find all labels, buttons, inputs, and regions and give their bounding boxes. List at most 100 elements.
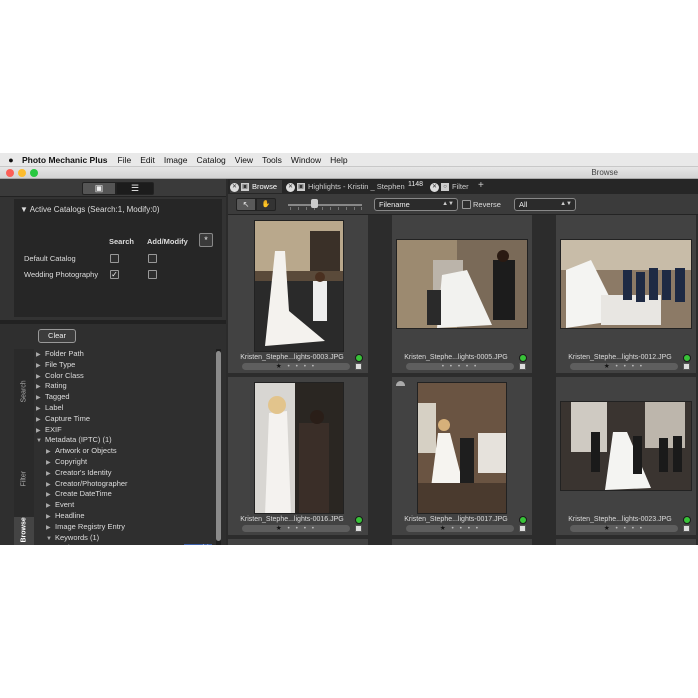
slider-knob[interactable] <box>311 199 318 208</box>
menu-app-name[interactable]: Photo Mechanic Plus <box>22 155 108 165</box>
tab-filter-sheet[interactable]: ✕ ○ Filter <box>430 180 476 193</box>
menu-edit[interactable]: Edit <box>140 155 155 165</box>
tab-browse-sheet[interactable]: ✕ ▣ Browse <box>230 180 282 193</box>
menu-tools[interactable]: Tools <box>262 155 282 165</box>
disclosure-right-icon[interactable]: ▶ <box>46 481 55 488</box>
thumbnail-cell[interactable]: Kristen_Stephe...lights-0005.JPG • • • •… <box>392 215 532 373</box>
tree-item[interactable]: ▶ Copyright <box>46 457 87 467</box>
menu-view[interactable]: View <box>235 155 253 165</box>
tree-item[interactable]: ▶ Capture Time <box>36 414 90 424</box>
thumbnail-cell[interactable] <box>228 539 368 545</box>
thumbnail-cell[interactable]: Kristen_Stephe...lights-0012.JPG ★ • • •… <box>556 215 696 373</box>
minimize-window-button[interactable] <box>18 169 26 177</box>
default-catalog-search-checkbox[interactable] <box>110 254 119 263</box>
panel-scroll-thumb[interactable] <box>216 351 221 541</box>
list-view-tab[interactable]: ☰ <box>116 182 154 195</box>
tree-item[interactable]: ▶ Color Class <box>36 371 84 381</box>
tree-item[interactable]: ▶ Creator's Identity <box>46 468 111 478</box>
wedding-search-checkbox[interactable]: ✓ <box>110 270 119 279</box>
tree-item[interactable]: ▶ Label <box>36 403 63 413</box>
star-rating[interactable]: ★ • • • • <box>570 363 678 370</box>
tab-search[interactable]: Search <box>14 369 34 419</box>
menu-image[interactable]: Image <box>164 155 188 165</box>
disclosure-right-icon[interactable]: ▶ <box>46 448 55 455</box>
catalog-star-button[interactable]: * <box>199 233 213 247</box>
disclosure-right-icon[interactable]: ▶ <box>36 416 45 423</box>
photo-thumbnail[interactable] <box>254 220 344 352</box>
menu-file[interactable]: File <box>118 155 132 165</box>
tree-item[interactable]: ▶ Create DateTime <box>46 489 112 499</box>
disclosure-right-icon[interactable]: ▶ <box>36 394 45 401</box>
disclosure-down-icon[interactable]: ▼ <box>46 536 55 542</box>
disclosure-right-icon[interactable]: ▶ <box>36 427 45 434</box>
close-tab-icon[interactable]: ✕ <box>286 182 295 192</box>
tree-item[interactable]: ▼ Keywords (1) <box>46 533 99 543</box>
default-catalog-modify-checkbox[interactable] <box>148 254 157 263</box>
star-rating[interactable]: ★ • • • • <box>570 525 678 532</box>
disclosure-right-icon[interactable]: ▶ <box>46 470 55 477</box>
photo-thumbnail[interactable] <box>254 382 344 514</box>
catalogs-header[interactable]: ▼ Active Catalogs (Search:1, Modify:0) <box>20 205 160 214</box>
star-rating[interactable]: • • • • • <box>406 363 514 370</box>
sort-select[interactable]: Filename ▲▼ <box>374 198 458 211</box>
reverse-checkbox[interactable] <box>462 200 471 209</box>
tag-checkbox[interactable] <box>355 363 362 370</box>
tree-item[interactable]: ▶ Image Registry Entry <box>46 522 125 532</box>
tree-item[interactable]: ▶ Headline <box>46 511 85 521</box>
zoom-window-button[interactable] <box>30 169 38 177</box>
photo-thumbnail[interactable] <box>560 401 692 491</box>
rotate-icon[interactable] <box>396 381 405 386</box>
tree-item[interactable]: ▶ Creator/Photographer <box>46 479 128 489</box>
menu-window[interactable]: Window <box>291 155 321 165</box>
catalog-view-tab[interactable]: ▣ <box>82 182 116 195</box>
hand-tool-button[interactable]: ✋ <box>256 198 276 211</box>
tree-item[interactable]: ▼ Metadata (IPTC) (1) <box>36 435 112 445</box>
tree-item[interactable]: ▶ Folder Path <box>36 349 84 359</box>
apple-icon[interactable]: ● <box>0 155 22 165</box>
disclosure-right-icon[interactable]: ▶ <box>46 491 55 498</box>
disclosure-right-icon[interactable]: ▶ <box>36 405 45 412</box>
keyword-item[interactable]: best man <box>68 543 99 545</box>
tree-item[interactable]: ▶ Artwork or Objects <box>46 446 117 456</box>
disclosure-right-icon[interactable]: ▶ <box>36 383 45 390</box>
tree-item[interactable]: ▶ Tagged <box>36 392 70 402</box>
disclosure-right-icon[interactable]: ▶ <box>36 373 45 380</box>
photo-thumbnail[interactable] <box>396 239 528 329</box>
thumbnail-cell[interactable]: Kristen_Stephe...lights-0016.JPG ★ • • •… <box>228 377 368 535</box>
tab-filter[interactable]: Filter <box>14 455 34 499</box>
disclosure-right-icon[interactable]: ▶ <box>46 513 55 520</box>
tag-checkbox[interactable] <box>355 525 362 532</box>
disclosure-right-icon[interactable]: ▶ <box>46 459 55 466</box>
thumbnail-cell[interactable] <box>392 539 532 545</box>
disclosure-right-icon[interactable]: ▶ <box>36 362 45 369</box>
add-tab-button[interactable]: + <box>478 180 484 191</box>
tag-checkbox[interactable] <box>683 363 690 370</box>
show-select[interactable]: All ▲▼ <box>514 198 576 211</box>
thumbnail-cell[interactable]: Kristen_Stephe...lights-0003.JPG ★ • • •… <box>228 215 368 373</box>
close-tab-icon[interactable]: ✕ <box>230 182 239 192</box>
menu-catalog[interactable]: Catalog <box>196 155 225 165</box>
tag-checkbox[interactable] <box>519 363 526 370</box>
tree-item[interactable]: ▶ EXIF <box>36 425 62 435</box>
clear-button[interactable]: Clear <box>38 329 76 343</box>
star-rating[interactable]: ★ • • • • <box>242 363 350 370</box>
photo-thumbnail[interactable] <box>417 382 507 514</box>
close-tab-icon[interactable]: ✕ <box>430 182 439 192</box>
close-window-button[interactable] <box>6 169 14 177</box>
menu-help[interactable]: Help <box>330 155 347 165</box>
wedding-modify-checkbox[interactable] <box>148 270 157 279</box>
thumbnail-cell[interactable] <box>556 539 696 545</box>
thumbnail-size-slider[interactable] <box>288 204 362 206</box>
disclosure-right-icon[interactable]: ▶ <box>46 524 55 531</box>
disclosure-down-icon[interactable]: ▼ <box>36 438 45 444</box>
thumbnail-cell[interactable]: Kristen_Stephe...lights-0023.JPG ★ • • •… <box>556 377 696 535</box>
arrow-tool-button[interactable]: ↖ <box>236 198 256 211</box>
disclosure-right-icon[interactable]: ▶ <box>46 502 55 509</box>
star-rating[interactable]: ★ • • • • <box>406 525 514 532</box>
tree-item[interactable]: ▶ Rating <box>36 381 67 391</box>
tab-highlights[interactable]: ✕ ▣ Highlights - Kristin _ Stephen <box>286 180 406 193</box>
tab-browse[interactable]: Browse <box>14 517 34 545</box>
tree-item[interactable]: ▶ Event <box>46 500 74 510</box>
tag-checkbox[interactable] <box>519 525 526 532</box>
star-rating[interactable]: ★ • • • • <box>242 525 350 532</box>
